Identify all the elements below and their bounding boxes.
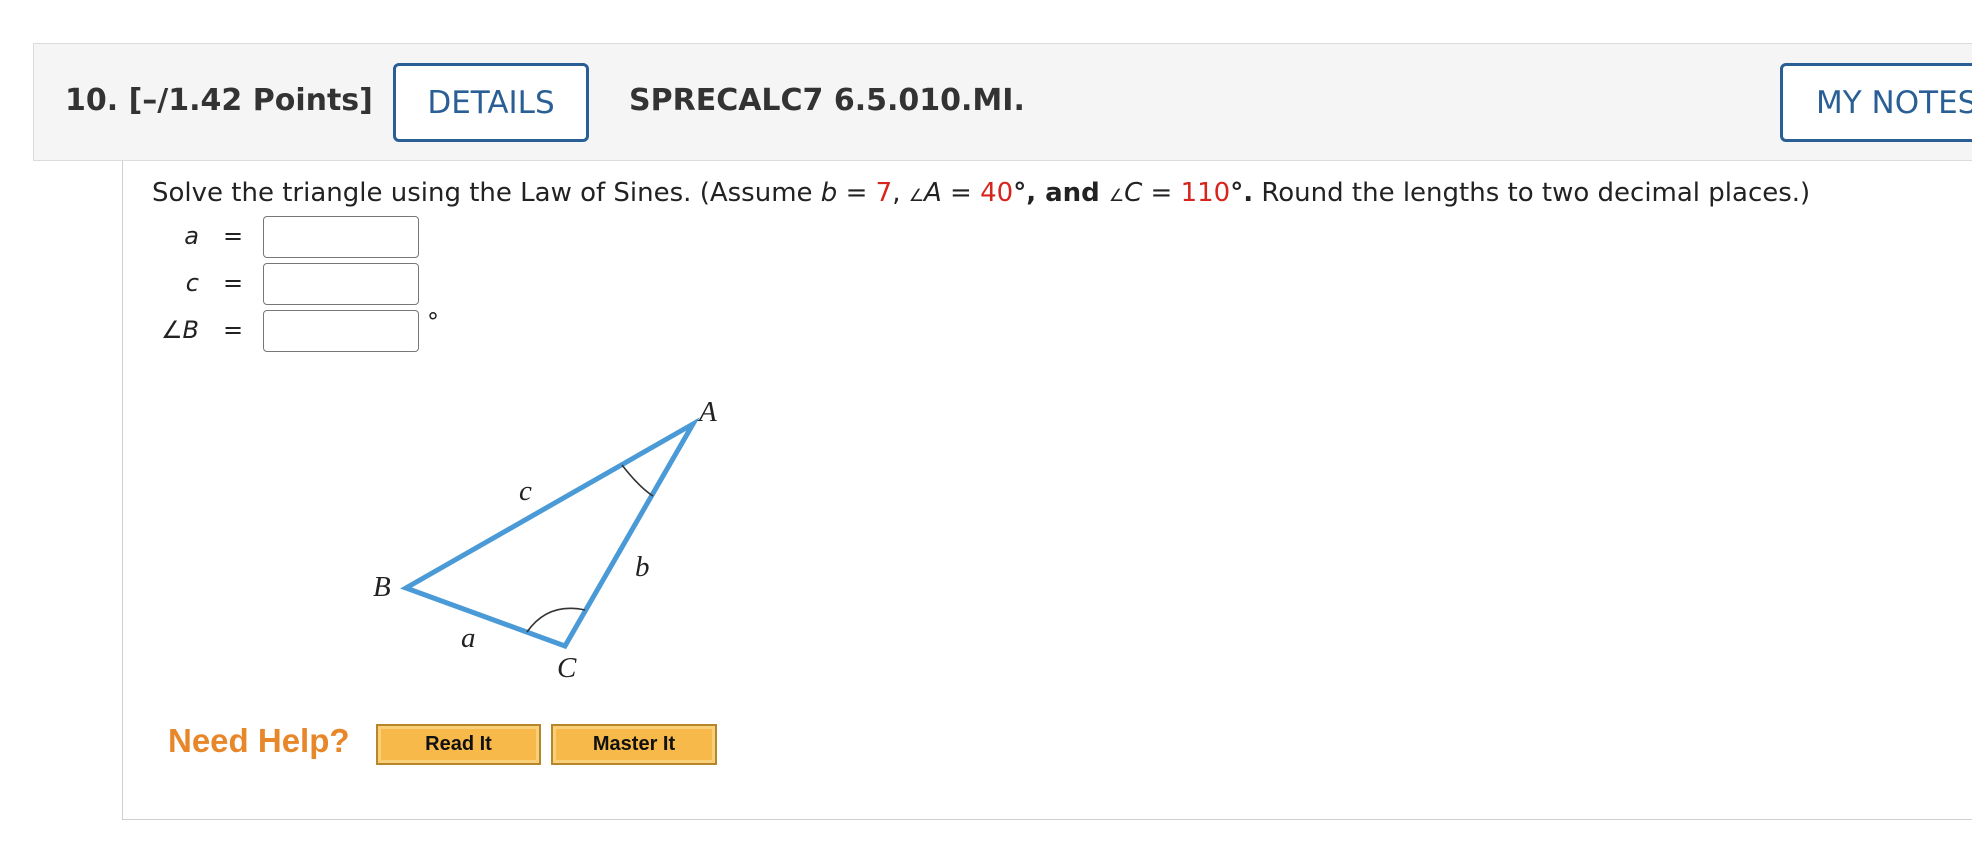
question-code: SPRECALC7 6.5.010.MI. (629, 83, 1025, 118)
answer-input-c[interactable] (263, 263, 419, 305)
answer-label-c: c (185, 269, 199, 297)
answer-input-angle-b[interactable] (263, 310, 419, 352)
read-it-button[interactable]: Read It (376, 724, 541, 765)
angle-a-arc (621, 464, 654, 497)
prompt-degree-end: °. (1230, 178, 1254, 208)
prompt-a-value: 40 (980, 178, 1014, 208)
details-button[interactable]: DETAILS (393, 63, 589, 142)
equals-sign: = (223, 222, 244, 250)
my-notes-button[interactable]: MY NOTES (1780, 63, 1972, 142)
prompt-c-variable: C (1124, 178, 1143, 208)
answer-input-a[interactable] (263, 216, 419, 258)
prompt-separator: , (892, 178, 909, 208)
vertex-label-c: C (557, 652, 577, 684)
prompt-tail: Round the lengths to two decimal places.… (1253, 178, 1811, 208)
question-prompt: Solve the triangle using the Law of Sine… (152, 178, 1810, 208)
answer-label-angle-b: ∠B (161, 316, 199, 344)
answer-label-a: a (184, 222, 199, 250)
prompt-a-equals: = (941, 178, 981, 208)
side-label-b: b (635, 551, 650, 583)
prompt-c-equals: = (1142, 178, 1181, 208)
prompt-b-value: 7 (875, 178, 893, 208)
prompt-c-value: 110 (1180, 178, 1231, 208)
vertex-label-b: B (373, 571, 391, 603)
prompt-b-variable: b (820, 178, 838, 208)
triangle-diagram: A B C c b a (373, 396, 717, 684)
degree-unit: ° (427, 308, 439, 336)
need-help-label: Need Help? (168, 722, 350, 759)
prompt-degree-and: °, and (1013, 178, 1109, 208)
prompt-lead: Solve the triangle using the Law of Sine… (152, 178, 821, 208)
question-number-points: 10. [–/1.42 Points] (65, 83, 373, 118)
prompt-b-equals: = (837, 178, 876, 208)
master-it-button[interactable]: Master It (551, 724, 717, 765)
side-label-a: a (461, 622, 476, 654)
side-label-c: c (519, 475, 532, 507)
equals-sign: = (223, 316, 244, 344)
prompt-a-variable: A (923, 178, 942, 208)
equals-sign: = (223, 269, 244, 297)
angle-symbol-icon: ∠ (1108, 186, 1125, 206)
vertex-label-a: A (697, 396, 717, 428)
angle-symbol-icon: ∠ (908, 186, 924, 206)
